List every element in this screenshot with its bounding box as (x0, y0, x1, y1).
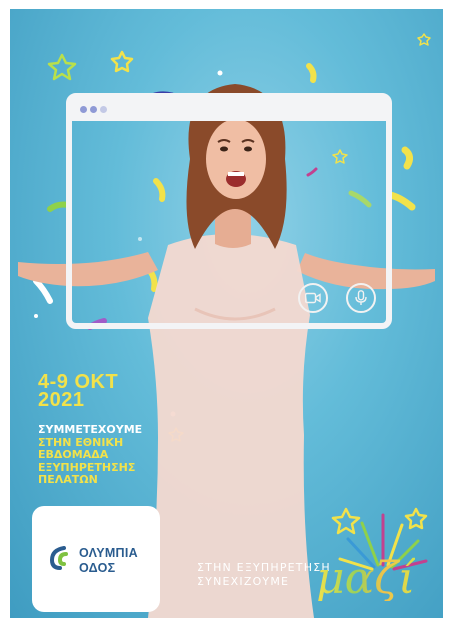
microphone-button[interactable] (346, 283, 376, 313)
window-dot-icon (100, 106, 107, 113)
tagline-highlight: μαζί (316, 553, 416, 604)
message-line: ΠΕΛΑΤΩΝ (38, 473, 98, 486)
event-date: 4-9 ΟΚΤ 2021 (38, 372, 118, 411)
tagline-line1: ΣΤΗΝ ΕΞΥΠΗΡΕΤΗΣΗ (197, 561, 331, 574)
star-icon (404, 507, 428, 530)
message-line: ΕΒΔΟΜΑΔΑ (38, 448, 109, 461)
video-camera-icon (305, 292, 321, 304)
logo-mark-icon (50, 546, 68, 570)
event-message: ΣΥΜΜΕΤΕΧΟΥΜΕ ΣΤΗΝ ΕΘΝΙΚΗ ΕΒΔΟΜΑΔΑ ΕΞΥΠΗΡ… (38, 423, 143, 487)
video-camera-button[interactable] (298, 283, 328, 313)
tagline-line2: ΣΥΝΕΧΙΖΟΥΜΕ (197, 575, 290, 588)
logo-text-line2: ΟΔΟΣ (79, 561, 116, 575)
star-icon (331, 507, 361, 535)
video-call-frame (66, 93, 392, 329)
window-title-bar (72, 99, 386, 121)
microphone-icon (355, 290, 367, 305)
logo-text-line1: ΟΛΥΜΠΙΑ (79, 546, 138, 560)
window-dot-icon (90, 106, 97, 113)
message-line: ΣΥΜΜΕΤΕΧΟΥΜΕ (38, 423, 143, 436)
window-dot-icon (80, 106, 87, 113)
event-date-year: 2021 (38, 389, 85, 411)
olympia-odos-logo: ΟΛΥΜΠΙΑ ΟΔΟΣ (32, 506, 160, 612)
poster: 4-9 ΟΚΤ 2021 ΣΥΜΜΕΤΕΧΟΥΜΕ ΣΤΗΝ ΕΘΝΙΚΗ ΕΒ… (10, 9, 443, 618)
